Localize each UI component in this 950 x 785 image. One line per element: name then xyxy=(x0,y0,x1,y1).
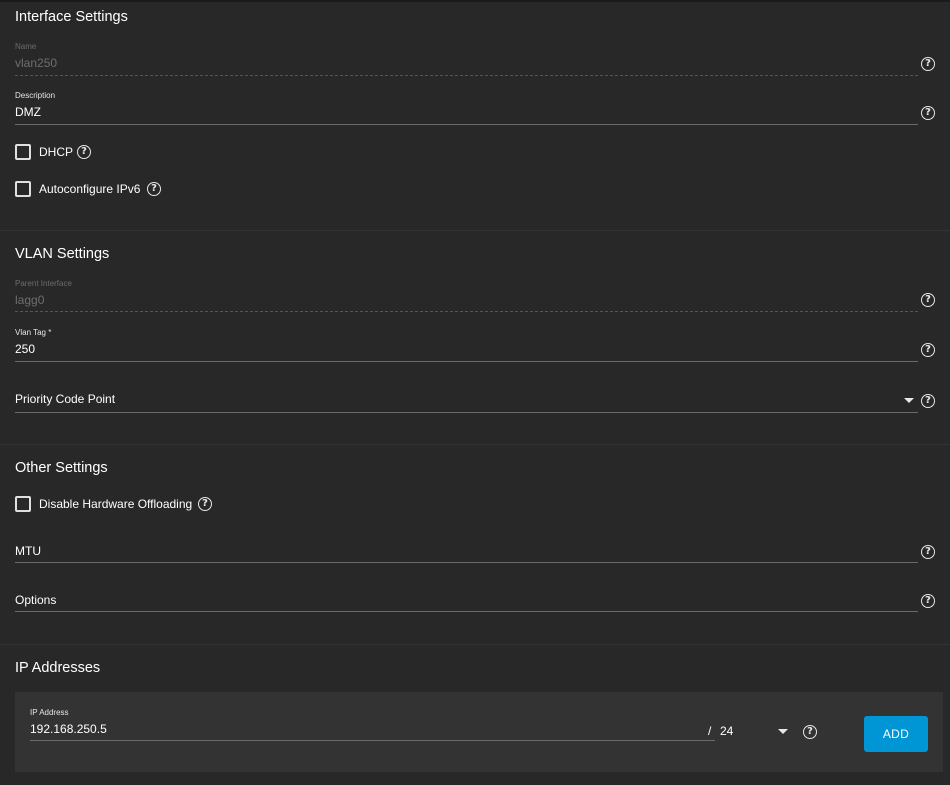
add-ip-button[interactable]: ADD xyxy=(864,716,928,752)
description-label: Description xyxy=(15,91,56,100)
priority-code-point-placeholder: Priority Code Point xyxy=(15,392,116,406)
dhcp-checkbox[interactable] xyxy=(15,144,31,160)
section-divider xyxy=(0,644,950,645)
options-field[interactable]: Options xyxy=(15,592,918,614)
other-settings-title: Other Settings xyxy=(15,460,108,476)
top-border xyxy=(0,0,950,2)
ip-address-underline xyxy=(30,740,715,741)
mtu-field[interactable]: MTU xyxy=(15,543,918,565)
vlan-tag-underline xyxy=(15,361,918,362)
dhcp-label: DHCP xyxy=(39,145,74,159)
help-icon[interactable]: ? xyxy=(921,106,935,120)
help-icon[interactable]: ? xyxy=(198,497,212,511)
options-underline xyxy=(15,611,918,612)
name-value: vlan250 xyxy=(15,56,58,70)
ip-address-card: IP Address 192.168.250.5 / 24 ? xyxy=(15,692,943,772)
autoconfigure-ipv6-label: Autoconfigure IPv6 xyxy=(39,182,141,196)
ip-address-label: IP Address xyxy=(30,708,69,717)
caret-down-icon[interactable] xyxy=(778,729,788,734)
help-icon[interactable]: ? xyxy=(803,725,817,739)
parent-interface-label: Parent Interface xyxy=(15,279,72,288)
priority-code-point-underline xyxy=(15,412,918,413)
ip-addresses-title: IP Addresses xyxy=(15,660,101,676)
parent-interface-field[interactable]: Parent Interface lagg0 xyxy=(15,279,918,313)
netmask-separator: / xyxy=(708,724,712,738)
description-value: DMZ xyxy=(15,105,41,119)
ip-address-field[interactable]: IP Address 192.168.250.5 xyxy=(30,708,715,742)
priority-code-point-select[interactable]: Priority Code Point xyxy=(15,390,918,414)
name-field[interactable]: Name vlan250 xyxy=(15,42,918,76)
section-divider xyxy=(0,444,950,445)
help-icon[interactable]: ? xyxy=(921,293,935,307)
name-underline xyxy=(15,75,918,76)
interface-settings-title: Interface Settings xyxy=(15,9,128,25)
mtu-placeholder: MTU xyxy=(15,544,41,558)
description-field[interactable]: Description DMZ xyxy=(15,91,918,125)
vlan-tag-label: Vlan Tag * xyxy=(15,328,52,337)
network-interface-form: Interface Settings Name vlan250 ? Descri… xyxy=(0,0,950,785)
section-divider xyxy=(0,230,950,231)
help-icon[interactable]: ? xyxy=(147,182,161,196)
help-icon[interactable]: ? xyxy=(921,545,935,559)
disable-hw-offloading-checkbox[interactable] xyxy=(15,496,31,512)
help-icon[interactable]: ? xyxy=(921,594,935,608)
autoconfigure-ipv6-checkbox[interactable] xyxy=(15,181,31,197)
disable-hw-offloading-label: Disable Hardware Offloading xyxy=(39,497,193,511)
vlan-tag-field[interactable]: Vlan Tag * 250 xyxy=(15,328,918,362)
netmask-value: 24 xyxy=(720,724,734,738)
vlan-tag-value: 250 xyxy=(15,342,36,356)
help-icon[interactable]: ? xyxy=(921,394,935,408)
help-icon[interactable]: ? xyxy=(921,343,935,357)
description-underline xyxy=(15,124,918,125)
vlan-settings-title: VLAN Settings xyxy=(15,246,110,262)
caret-down-icon[interactable] xyxy=(904,398,914,403)
mtu-underline xyxy=(15,562,918,563)
ip-address-value: 192.168.250.5 xyxy=(30,722,107,736)
help-icon[interactable]: ? xyxy=(921,57,935,71)
options-placeholder: Options xyxy=(15,593,57,607)
parent-interface-underline xyxy=(15,311,918,312)
name-label: Name xyxy=(15,42,37,51)
help-icon[interactable]: ? xyxy=(77,145,91,159)
parent-interface-value: lagg0 xyxy=(15,293,45,307)
netmask-select[interactable]: 24 xyxy=(720,718,796,744)
